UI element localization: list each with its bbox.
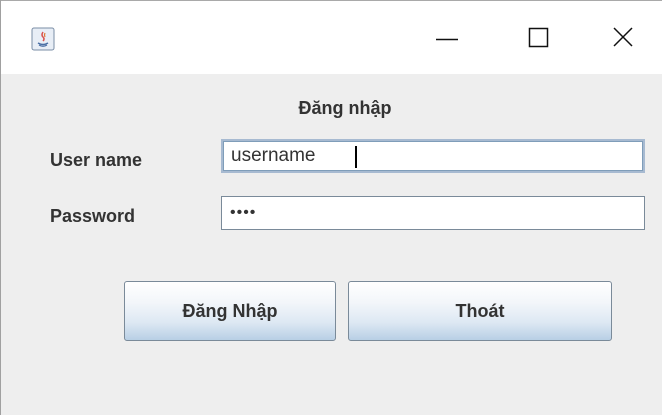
password-input[interactable] [221,196,645,230]
exit-button[interactable]: Thoát [348,281,612,341]
login-button[interactable]: Đăng Nhập [124,281,336,341]
minimize-button[interactable] [401,1,493,75]
password-label: Password [50,206,136,226]
exit-button-label: Thoát [455,300,505,321]
username-input[interactable] [221,139,645,173]
form-heading: Đăng nhập [298,98,392,118]
login-window: Đăng nhập User name Password Đăng Nhập T… [0,0,662,415]
text-caret [355,146,357,168]
java-icon [31,27,55,51]
login-button-label: Đăng Nhập [182,300,278,321]
maximize-button[interactable] [493,1,585,75]
username-label: User name [50,150,143,170]
title-bar[interactable] [1,0,662,74]
close-button[interactable] [585,1,662,75]
